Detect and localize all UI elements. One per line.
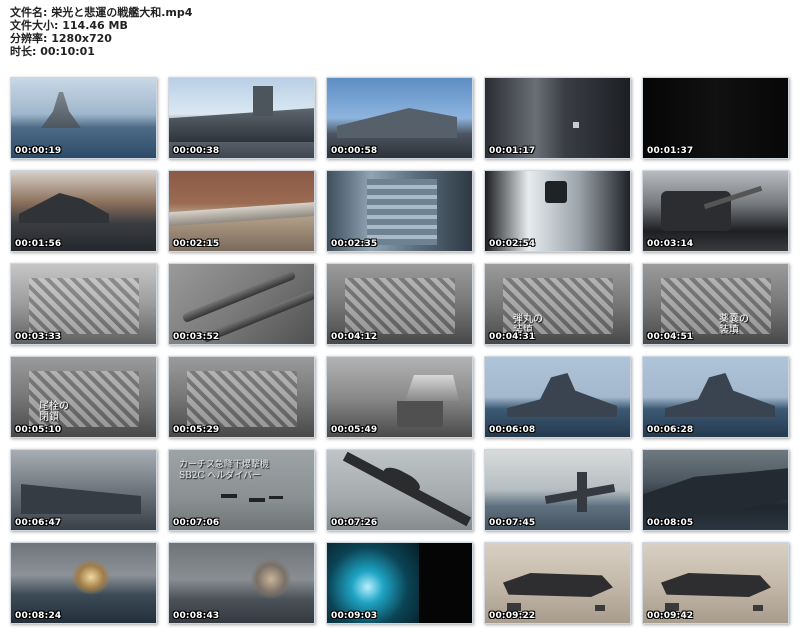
video-thumbnail[interactable]: 00:05:49 — [326, 356, 473, 438]
video-thumbnail[interactable]: 尾栓の 閉鎖 00:05:10 — [10, 356, 157, 438]
video-thumbnail[interactable]: 00:08:43 — [168, 542, 315, 624]
thumbnail-timestamp: 00:02:15 — [173, 239, 220, 249]
thumbnail-timestamp: 00:09:03 — [331, 611, 378, 621]
video-thumbnail[interactable]: 00:03:33 — [10, 263, 157, 345]
video-thumbnail[interactable]: 00:00:19 — [10, 77, 157, 159]
video-thumbnail[interactable]: 00:01:37 — [642, 77, 789, 159]
file-name-line: 文件名: 栄光と悲運の戦艦大和.mp4 — [10, 6, 193, 19]
video-thumbnail[interactable]: 00:01:56 — [10, 170, 157, 252]
thumbnail-timestamp: 00:06:28 — [647, 425, 694, 435]
video-thumbnail[interactable]: 00:03:14 — [642, 170, 789, 252]
video-thumbnail[interactable]: 00:06:08 — [484, 356, 631, 438]
video-thumbnail[interactable]: 00:03:52 — [168, 263, 315, 345]
thumbnail-timestamp: 00:05:29 — [173, 425, 220, 435]
thumbnail-timestamp: 00:03:33 — [15, 332, 62, 342]
thumbnail-timestamp: 00:01:37 — [647, 146, 694, 156]
video-thumbnail[interactable]: 弾丸の 装填 00:04:31 — [484, 263, 631, 345]
thumbnail-timestamp: 00:08:05 — [647, 518, 694, 528]
thumbnail-timestamp: 00:08:43 — [173, 611, 220, 621]
thumbnail-timestamp: 00:06:47 — [15, 518, 62, 528]
video-thumbnail[interactable]: 00:09:42 — [642, 542, 789, 624]
video-thumbnail[interactable]: 00:09:22 — [484, 542, 631, 624]
file-info-header: 文件名: 栄光と悲運の戦艦大和.mp4 文件大小: 114.46 MB 分辨率:… — [10, 6, 192, 58]
video-thumbnail[interactable]: 00:02:54 — [484, 170, 631, 252]
video-thumbnail[interactable]: 00:02:15 — [168, 170, 315, 252]
video-thumbnail[interactable]: カーチス急降下爆撃機 SB2C ヘルダイバー 00:07:06 — [168, 449, 315, 531]
thumbnail-timestamp: 00:04:12 — [331, 332, 378, 342]
video-thumbnail[interactable]: 00:04:12 — [326, 263, 473, 345]
thumbnail-timestamp: 00:09:22 — [489, 611, 536, 621]
video-thumbnail[interactable]: 00:08:24 — [10, 542, 157, 624]
video-thumbnail[interactable]: 薬嚢の 装填 00:04:51 — [642, 263, 789, 345]
thumbnail-timestamp: 00:06:08 — [489, 425, 536, 435]
video-thumbnail[interactable]: 00:07:26 — [326, 449, 473, 531]
frame-caption: カーチス急降下爆撃機 SB2C ヘルダイバー — [179, 460, 270, 481]
thumbnail-timestamp: 00:04:31 — [489, 332, 536, 342]
resolution-line: 分辨率: 1280x720 — [10, 32, 112, 45]
frame-caption: 尾栓の 閉鎖 — [39, 401, 69, 423]
video-thumbnail[interactable]: 00:00:38 — [168, 77, 315, 159]
thumbnail-timestamp: 00:04:51 — [647, 332, 694, 342]
thumbnail-timestamp: 00:02:54 — [489, 239, 536, 249]
file-size-line: 文件大小: 114.46 MB — [10, 19, 128, 32]
thumbnail-timestamp: 00:09:42 — [647, 611, 694, 621]
thumbnail-timestamp: 00:01:17 — [489, 146, 536, 156]
thumbnail-timestamp: 00:08:24 — [15, 611, 62, 621]
thumbnail-timestamp: 00:00:38 — [173, 146, 220, 156]
video-thumbnail[interactable]: 00:00:58 — [326, 77, 473, 159]
frame-caption: 薬嚢の 装填 — [719, 314, 749, 336]
video-thumbnail[interactable]: 00:02:35 — [326, 170, 473, 252]
video-thumbnail[interactable]: 00:06:28 — [642, 356, 789, 438]
thumbnail-timestamp: 00:00:19 — [15, 146, 62, 156]
thumbnail-timestamp: 00:00:58 — [331, 146, 378, 156]
thumbnail-timestamp: 00:07:06 — [173, 518, 220, 528]
thumbnail-timestamp: 00:05:10 — [15, 425, 62, 435]
thumbnail-timestamp: 00:07:45 — [489, 518, 536, 528]
thumbnail-timestamp: 00:03:52 — [173, 332, 220, 342]
thumbnail-timestamp: 00:01:56 — [15, 239, 62, 249]
thumbnail-timestamp: 00:07:26 — [331, 518, 378, 528]
video-thumbnail[interactable]: 00:06:47 — [10, 449, 157, 531]
thumbnail-timestamp: 00:05:49 — [331, 425, 378, 435]
video-thumbnail[interactable]: 00:05:29 — [168, 356, 315, 438]
video-thumbnail[interactable]: 00:08:05 — [642, 449, 789, 531]
duration-line: 时长: 00:10:01 — [10, 45, 95, 58]
video-thumbnail[interactable]: 00:09:03 — [326, 542, 473, 624]
thumbnail-timestamp: 00:03:14 — [647, 239, 694, 249]
video-thumbnail[interactable]: 00:07:45 — [484, 449, 631, 531]
video-thumbnail[interactable]: 00:01:17 — [484, 77, 631, 159]
thumbnail-timestamp: 00:02:35 — [331, 239, 378, 249]
